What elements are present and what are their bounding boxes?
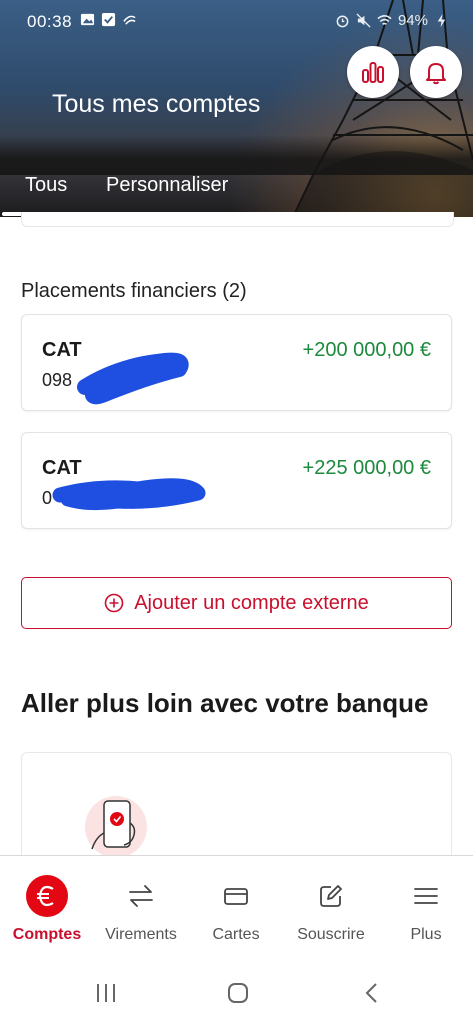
- home-icon[interactable]: [226, 981, 250, 1005]
- battery-text: 94%: [397, 12, 428, 29]
- bell-icon: [426, 63, 446, 85]
- weather-icon: [123, 15, 136, 25]
- nav-label: Cartes: [212, 926, 260, 943]
- status-bar: 00:38 94%: [0, 0, 473, 44]
- back-icon[interactable]: [362, 981, 382, 1005]
- account-card[interactable]: CAT 0 +225 000,00 €: [21, 432, 452, 529]
- add-external-account-button[interactable]: Ajouter un compte externe: [21, 577, 452, 629]
- account-card[interactable]: CAT 098 +200 000,00 €: [21, 314, 452, 411]
- nav-cartes[interactable]: Cartes: [189, 856, 283, 956]
- checkbox-icon: [101, 12, 116, 27]
- euro-icon: [26, 875, 68, 917]
- nav-souscrire[interactable]: Souscrire: [284, 856, 378, 956]
- status-right-icons: 94%: [335, 12, 449, 29]
- status-time: 00:38: [27, 12, 73, 31]
- previous-card-edge: [21, 212, 454, 227]
- tab-tous[interactable]: Tous: [25, 174, 67, 197]
- phone-payment-illustration: [85, 796, 147, 858]
- system-navigation-bar: [0, 965, 473, 1024]
- nav-label: Comptes: [12, 926, 82, 943]
- transfer-arrows-icon: [129, 885, 153, 907]
- nav-label: Souscrire: [297, 926, 365, 943]
- account-amount: +200 000,00 €: [302, 339, 431, 361]
- redaction-scribble: [52, 478, 206, 511]
- mute-icon: [356, 13, 371, 28]
- tree-line: [0, 135, 473, 175]
- recent-apps-icon[interactable]: [94, 982, 118, 1004]
- menu-icon: [414, 888, 438, 904]
- battery-icon: [437, 13, 446, 28]
- nav-label: Virements: [105, 926, 177, 943]
- tab-bar: Tous Personnaliser: [0, 170, 473, 217]
- bottom-navigation: Comptes Virements Cartes Souscrire Plus: [0, 855, 473, 966]
- nav-label: Plus: [410, 926, 442, 943]
- tab-personnaliser[interactable]: Personnaliser: [106, 174, 228, 197]
- nav-comptes[interactable]: Comptes: [0, 856, 94, 956]
- plus-circle-icon: [104, 593, 124, 613]
- bar-chart-icon: [362, 62, 384, 83]
- alarm-icon: [336, 15, 349, 28]
- nav-virements[interactable]: Virements: [94, 856, 188, 956]
- page-title: Tous mes comptes: [52, 90, 261, 118]
- header-banner: 00:38 94% Tous mes comptes Tous Personna…: [0, 0, 473, 217]
- gallery-icon: [80, 13, 95, 26]
- redaction-scribble: [77, 352, 189, 405]
- wifi-icon: [377, 15, 392, 25]
- section-title: Placements financiers (2): [21, 280, 247, 302]
- card-icon: [224, 888, 248, 905]
- edit-icon: [320, 885, 342, 907]
- status-left-icons: [80, 12, 137, 27]
- add-external-label: Ajouter un compte externe: [134, 591, 369, 614]
- nav-plus[interactable]: Plus: [379, 856, 473, 956]
- promo-section-title: Aller plus loin avec votre banque: [21, 688, 429, 718]
- notifications-button[interactable]: [410, 46, 462, 98]
- account-amount: +225 000,00 €: [302, 457, 431, 479]
- stats-button[interactable]: [347, 46, 399, 98]
